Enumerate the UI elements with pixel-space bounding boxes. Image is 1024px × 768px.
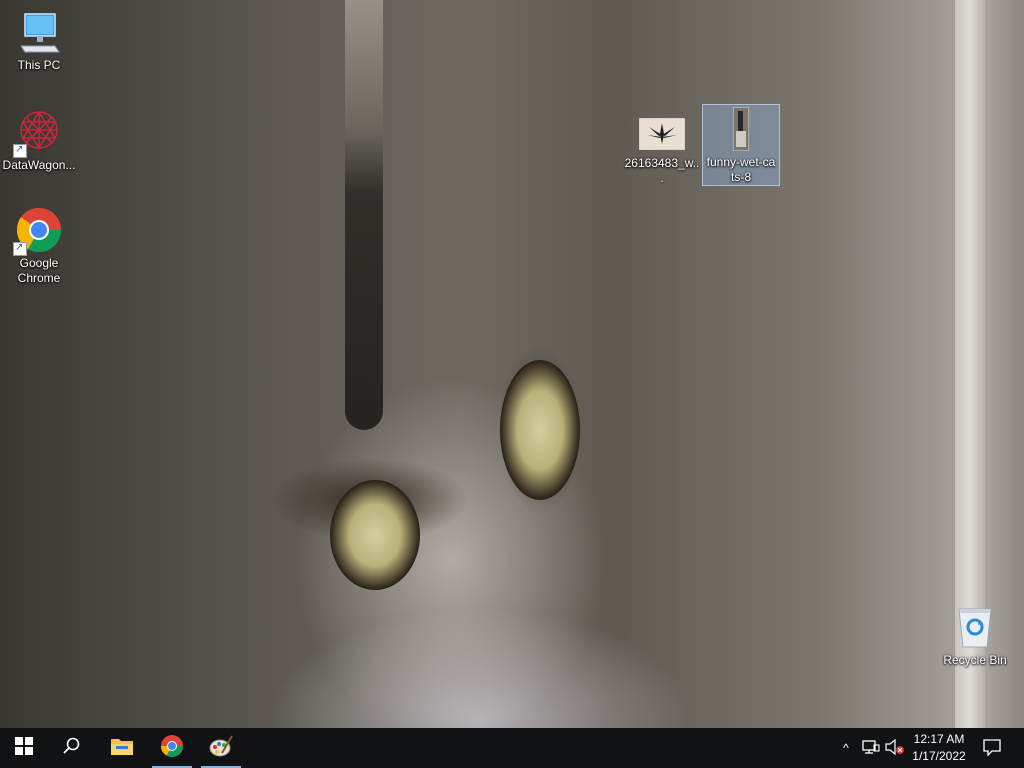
wallpaper-water-drip [345,0,383,430]
desktop-icon-google-chrome[interactable]: Google Chrome [1,206,77,286]
file-explorer-icon [110,736,134,761]
desktop-icon-label: DataWagon... [2,158,76,172]
paint-icon [209,734,233,763]
image-file-icon [638,117,686,151]
desktop-icon-label: 26163483_w... [624,156,700,185]
desktop-icon-label: Recycle Bin [943,653,1007,667]
start-icon [15,736,33,760]
start-button[interactable] [0,728,48,768]
taskbar: ^ 12:17 AM 1/17/2022 [0,728,1024,768]
network-icon [862,739,880,758]
chevron-up-icon: ^ [843,741,849,755]
shortcut-arrow-icon [13,240,27,256]
chrome-icon [160,734,184,763]
clock-time: 12:17 AM [913,732,965,746]
shortcut-arrow-icon [13,142,27,158]
taskbar-paint[interactable] [197,728,245,768]
image-file-icon [732,106,750,152]
action-center-button[interactable] [978,728,1006,768]
datawagon-icon [13,108,63,158]
clock[interactable]: 12:17 AM 1/17/2022 [906,731,972,765]
desktop-icon-label: This PC [17,58,61,72]
desktop-icon-label: Google Chrome [17,256,61,285]
desktop-icon-label: funny-wet-ca ts-8 [706,155,776,184]
search-icon [63,737,81,760]
show-hidden-icons-button[interactable]: ^ [836,728,856,768]
network-button[interactable] [860,728,882,768]
chrome-icon [13,206,63,256]
taskbar-file-explorer[interactable] [98,728,146,768]
desktop-icon-funny-wet-cats-8[interactable]: funny-wet-ca ts-8 [702,104,780,186]
wallpaper-cat-eye-left [330,480,420,590]
desktop-icon-datawagon[interactable]: DataWagon... [1,108,77,173]
recycle-bin-icon [951,603,999,651]
clock-date: 1/17/2022 [912,749,966,763]
desktop-wallpaper [0,0,1024,728]
volume-button[interactable] [884,728,906,768]
search-button[interactable] [48,728,96,768]
wallpaper-cat-eye-right [500,360,580,500]
desktop-icon-this-pc[interactable]: This PC [1,8,77,73]
taskbar-chrome[interactable] [148,728,196,768]
volume-muted-icon [885,738,905,758]
notification-icon [983,738,1001,759]
this-pc-icon [15,8,63,56]
desktop-icon-recycle-bin[interactable]: Recycle Bin [937,603,1013,668]
desktop-icon-image-26163483[interactable]: 26163483_w... [624,117,700,186]
